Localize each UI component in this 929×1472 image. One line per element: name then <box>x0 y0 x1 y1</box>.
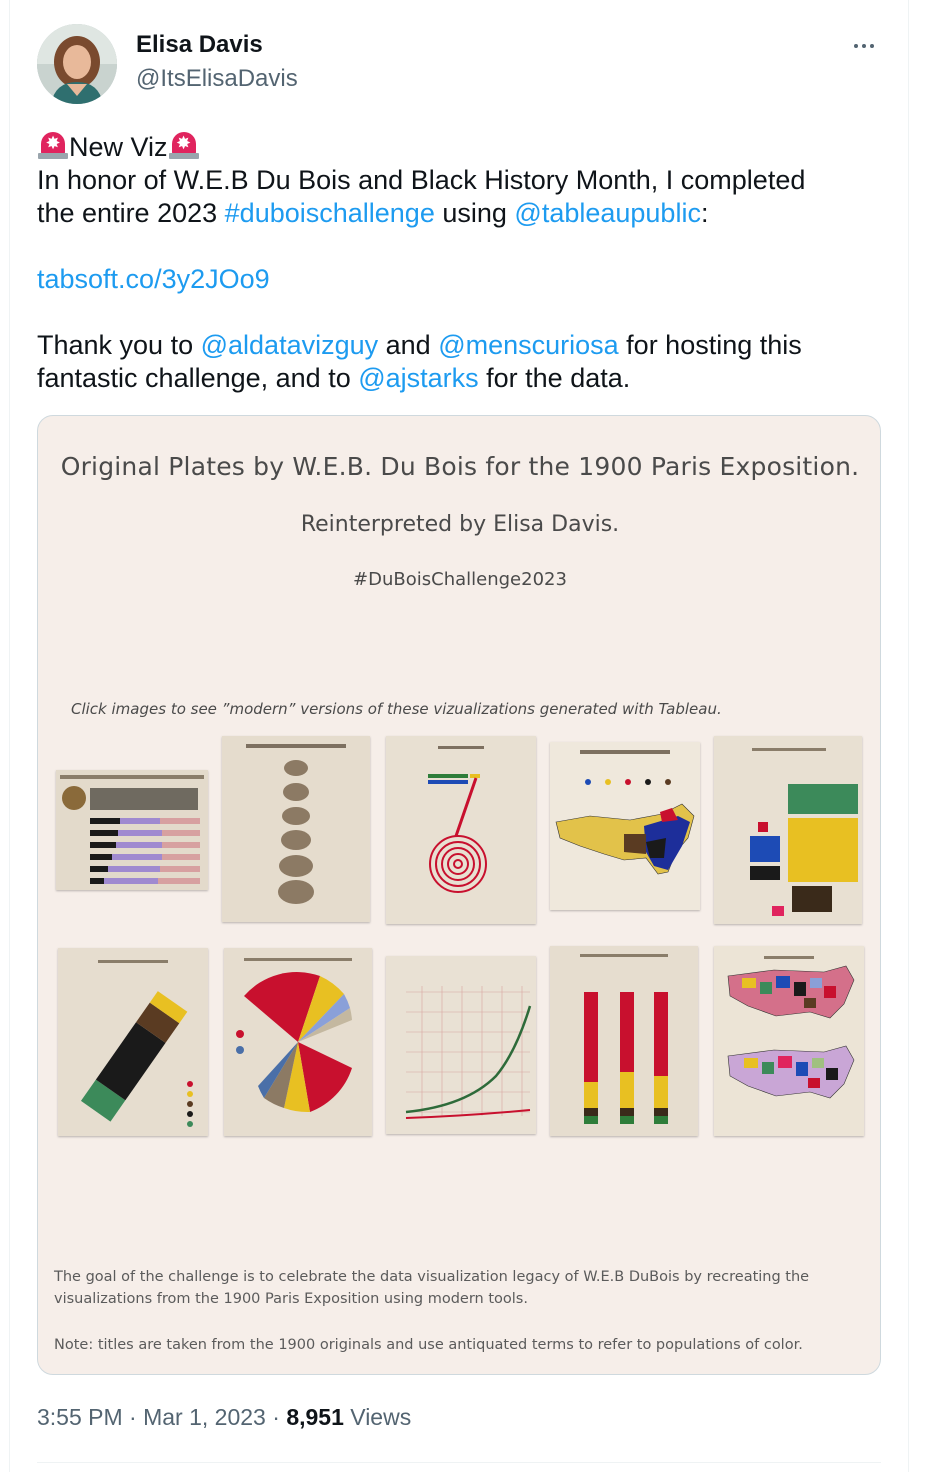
text-fragment: Thank you to <box>37 330 201 360</box>
plate-income-expenditure[interactable] <box>56 770 208 890</box>
plate-distribution-map-image <box>550 742 700 910</box>
tweet-time[interactable]: 3:55 PM <box>37 1404 123 1430</box>
media-card[interactable]: Original Plates by W.E.B. Du Bois for th… <box>37 415 881 1375</box>
tweet-line-3: the entire 2023 #duboischallenge using @… <box>37 197 887 230</box>
author-name[interactable]: Elisa Davis <box>136 31 263 59</box>
avatar[interactable] <box>37 24 117 104</box>
plate-migration-maps-image <box>714 946 864 1136</box>
plate-city-rural-population[interactable] <box>386 736 536 924</box>
plate-occupations-pie[interactable] <box>224 948 372 1136</box>
text-fragment: for hosting this <box>618 330 802 360</box>
more-options-icon[interactable] <box>846 30 882 62</box>
views-label: Views <box>343 1404 412 1430</box>
plate-income-expenditure-image <box>56 770 208 890</box>
card-footer-goal: The goal of the challenge is to celebrat… <box>54 1269 810 1307</box>
plate-value-of-land[interactable] <box>222 736 370 922</box>
views-count[interactable]: 8,951 <box>286 1404 344 1430</box>
divider <box>37 1462 881 1463</box>
mention-link[interactable]: @ajstarks <box>358 363 478 393</box>
siren-emoji-icon: ✸ <box>37 130 69 160</box>
card-footer-note: Note: titles are taken from the 1900 ori… <box>54 1337 803 1353</box>
card-title: Original Plates by W.E.B. Du Bois for th… <box>60 452 860 481</box>
plate-occupations-bars[interactable] <box>550 946 698 1136</box>
plate-city-rural-population-image <box>386 736 536 924</box>
text-fragment: using <box>434 198 515 228</box>
hashtag-link[interactable]: #duboischallenge <box>225 198 435 228</box>
mention-link[interactable]: @aldatavizguy <box>201 330 379 360</box>
tweet-heading: New Viz <box>69 132 168 162</box>
plate-occupations-squares-image <box>714 736 862 924</box>
mention-link[interactable]: @menscuriosa <box>438 330 618 360</box>
tweet-text: ✸ New Viz ✸ In honor of W.E.B Du Bois and … <box>37 130 887 395</box>
meta-separator: · <box>265 1404 287 1430</box>
plate-occupations-pie-image <box>224 948 372 1136</box>
avatar-image <box>37 24 117 104</box>
plate-conjugal-condition-image <box>58 948 208 1136</box>
text-fragment: : <box>700 198 709 228</box>
tweet-line-2: In honor of W.E.B Du Bois and Black Hist… <box>37 165 806 195</box>
tweet-line-url: tabsoft.co/3y2JOo9 <box>37 263 887 296</box>
tweet-line-5: Thank you to @aldatavizguy and @menscuri… <box>37 329 887 362</box>
card-subtitle: Reinterpreted by Elisa Davis. <box>300 512 620 537</box>
plate-conjugal-condition[interactable] <box>58 948 208 1136</box>
text-fragment: the entire 2023 <box>37 198 225 228</box>
plate-value-of-land-image <box>222 736 370 922</box>
plate-occupations-squares[interactable] <box>714 736 862 924</box>
text-fragment: for the data. <box>478 363 631 393</box>
card-hint: Click images to see ”modern” versions of… <box>71 700 722 718</box>
meta-separator: · <box>122 1404 144 1430</box>
tweet-meta: 3:55 PM · Mar 1, 2023 · 8,951 Views <box>37 1404 411 1431</box>
tweet-line-6: fantastic challenge, and to @ajstarks fo… <box>37 362 887 395</box>
author-handle[interactable]: @ItsElisaDavis <box>136 65 298 93</box>
plate-migration-maps[interactable] <box>714 946 864 1136</box>
plate-occupations-bars-image <box>550 946 698 1136</box>
text-fragment: and <box>378 330 439 360</box>
tweet-date[interactable]: Mar 1, 2023 <box>143 1404 266 1430</box>
card-hashtag: #DuBoisChallenge2023 <box>353 569 567 590</box>
text-fragment: fantastic challenge, and to <box>37 363 359 393</box>
plate-assessed-value-line[interactable] <box>386 956 536 1134</box>
plate-distribution-map[interactable] <box>550 742 700 910</box>
tweet-line-1: ✸ New Viz ✸ <box>37 130 887 164</box>
url-link[interactable]: tabsoft.co/3y2JOo9 <box>37 264 270 294</box>
mention-link[interactable]: @tableaupublic <box>514 198 701 228</box>
siren-emoji-icon: ✸ <box>168 130 200 160</box>
plate-assessed-value-line-image <box>386 956 536 1134</box>
